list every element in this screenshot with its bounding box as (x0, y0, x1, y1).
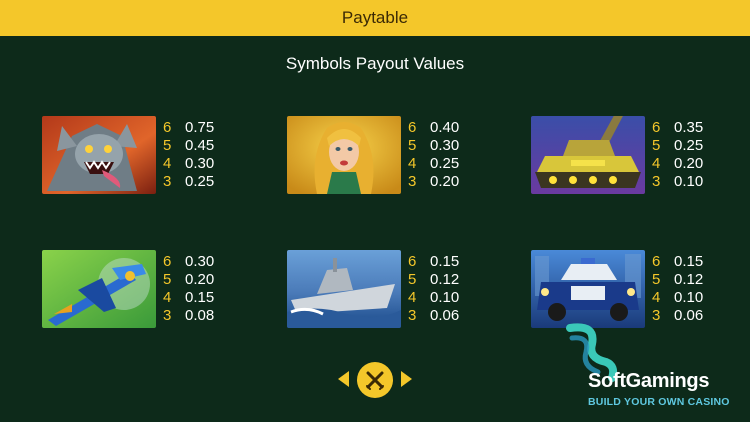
pay-value: 0.10 (674, 173, 704, 190)
pay-count: 6 (408, 119, 417, 136)
paytable-navigation (336, 360, 414, 400)
pay-count: 5 (163, 137, 172, 154)
pay-value: 0.35 (674, 119, 704, 136)
pay-row: 3 0.20 (408, 173, 478, 191)
pay-value: 0.25 (430, 155, 460, 172)
pay-row: 3 0.10 (652, 173, 722, 191)
pay-row: 3 0.08 (163, 307, 233, 325)
pay-value: 0.20 (430, 173, 460, 190)
pay-count: 3 (163, 307, 172, 324)
arrow-right-icon[interactable] (401, 371, 412, 387)
pay-value: 0.25 (185, 173, 215, 190)
pay-count: 5 (408, 137, 417, 154)
pay-count: 6 (408, 253, 417, 270)
pay-row: 6 0.30 (163, 253, 233, 271)
blonde-woman-icon (287, 116, 401, 194)
pay-row: 5 0.30 (408, 137, 478, 155)
pay-row: 5 0.12 (408, 271, 478, 289)
battleship-icon (287, 250, 401, 328)
pay-value: 0.30 (430, 137, 460, 154)
symbol-3-paylist: 6 0.35 5 0.25 4 0.20 3 0.10 (652, 119, 722, 191)
pay-value: 0.25 (674, 137, 704, 154)
pay-row: 4 0.10 (408, 289, 478, 307)
pay-row: 4 0.30 (163, 155, 233, 173)
close-icon (366, 371, 384, 390)
pay-value: 0.15 (430, 253, 460, 270)
title-bar: Paytable (0, 0, 750, 36)
pay-count: 6 (163, 119, 172, 136)
pay-value: 0.15 (185, 289, 215, 306)
pay-row: 6 0.35 (652, 119, 722, 137)
arrow-left-icon[interactable] (338, 371, 349, 387)
pay-row: 3 0.25 (163, 173, 233, 191)
pay-row: 4 0.10 (652, 289, 722, 307)
pay-count: 6 (652, 119, 661, 136)
pay-count: 3 (408, 307, 417, 324)
pay-count: 4 (408, 155, 417, 172)
pay-value: 0.15 (674, 253, 704, 270)
pay-value: 0.45 (185, 137, 215, 154)
airplane-icon (42, 250, 156, 328)
police-car-icon (531, 250, 645, 328)
pay-row: 5 0.20 (163, 271, 233, 289)
pay-count: 5 (652, 271, 661, 288)
pay-count: 3 (652, 173, 661, 190)
pay-count: 5 (408, 271, 417, 288)
pay-row: 4 0.20 (652, 155, 722, 173)
brand-name: SoftGamings (588, 370, 710, 392)
pay-value: 0.75 (185, 119, 215, 136)
pay-value: 0.20 (185, 271, 215, 288)
symbol-2-paylist: 6 0.40 5 0.30 4 0.25 3 0.20 (408, 119, 478, 191)
pay-count: 4 (408, 289, 417, 306)
tank-icon (531, 116, 645, 194)
pay-value: 0.30 (185, 155, 215, 172)
pay-row: 6 0.75 (163, 119, 233, 137)
pay-row: 6 0.40 (408, 119, 478, 137)
pay-count: 3 (408, 173, 417, 190)
pay-count: 4 (163, 289, 172, 306)
pay-count: 6 (163, 253, 172, 270)
pay-row: 4 0.25 (408, 155, 478, 173)
pay-row: 4 0.15 (163, 289, 233, 307)
pay-row: 5 0.12 (652, 271, 722, 289)
section-subtitle: Symbols Payout Values (285, 54, 465, 73)
symbol-5-paylist: 6 0.15 5 0.12 4 0.10 3 0.06 (408, 253, 478, 325)
pay-count: 4 (652, 155, 661, 172)
pay-count: 6 (652, 253, 661, 270)
pay-value: 0.12 (430, 271, 460, 288)
pay-value: 0.08 (185, 307, 215, 324)
pay-value: 0.10 (674, 289, 704, 306)
pay-value: 0.20 (674, 155, 704, 172)
pay-row: 6 0.15 (652, 253, 722, 271)
brand-tagline: BUILD YOUR OWN CASINO (588, 396, 730, 408)
pay-row: 3 0.06 (408, 307, 478, 325)
pay-row: 6 0.15 (408, 253, 478, 271)
pay-count: 5 (652, 137, 661, 154)
pay-value: 0.40 (430, 119, 460, 136)
pay-count: 4 (652, 289, 661, 306)
pay-count: 5 (163, 271, 172, 288)
pay-value: 0.10 (430, 289, 460, 306)
softgamings-logo: SoftGamings BUILD YOUR OWN CASINO (562, 322, 742, 414)
page-title: Paytable (341, 8, 409, 27)
pay-row: 5 0.45 (163, 137, 233, 155)
pay-value: 0.06 (430, 307, 460, 324)
pay-count: 3 (163, 173, 172, 190)
symbol-1-paylist: 6 0.75 5 0.45 4 0.30 3 0.25 (163, 119, 233, 191)
pay-value: 0.30 (185, 253, 215, 270)
close-button[interactable] (357, 362, 393, 398)
symbol-6-paylist: 6 0.15 5 0.12 4 0.10 3 0.06 (652, 253, 722, 325)
pay-count: 4 (163, 155, 172, 172)
pay-row: 5 0.25 (652, 137, 722, 155)
pay-value: 0.12 (674, 271, 704, 288)
demon-monster-icon (42, 116, 156, 194)
symbol-4-paylist: 6 0.30 5 0.20 4 0.15 3 0.08 (163, 253, 233, 325)
